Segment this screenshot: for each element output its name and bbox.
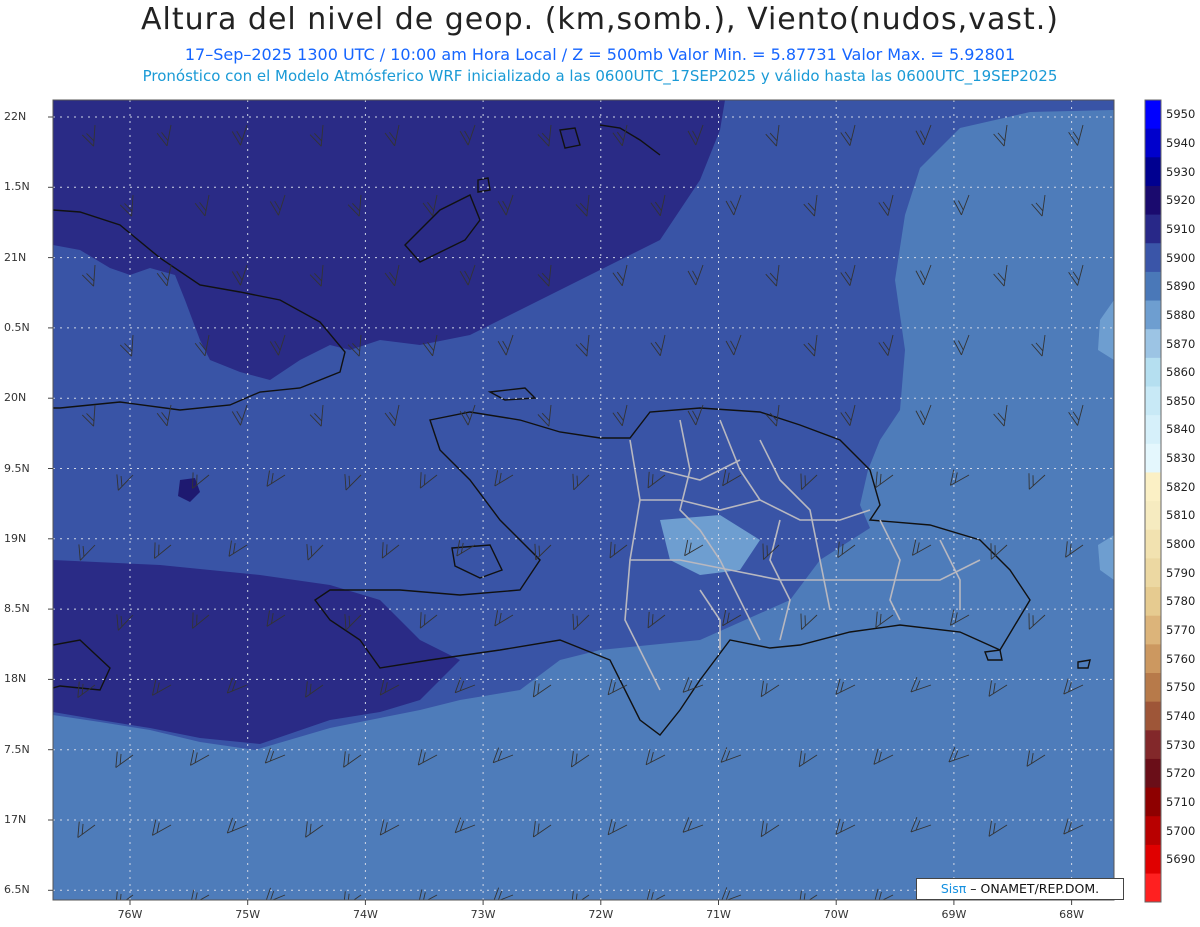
scale-label: 5700 bbox=[1166, 823, 1196, 838]
scale-band bbox=[1145, 844, 1161, 875]
lon-label: 75W bbox=[235, 908, 261, 921]
scale-label: 5900 bbox=[1166, 250, 1196, 265]
lat-label: 7.5N bbox=[4, 742, 30, 756]
scale-band bbox=[1145, 128, 1161, 158]
lon-label: 71W bbox=[706, 908, 731, 921]
scale-label: 5840 bbox=[1166, 422, 1196, 437]
scale-label: 5910 bbox=[1166, 221, 1196, 236]
color-scale-bar bbox=[1144, 99, 1162, 903]
scale-band bbox=[1145, 529, 1161, 559]
scale-band bbox=[1145, 386, 1161, 416]
scale-band bbox=[1145, 758, 1161, 789]
scale-label: 5940 bbox=[1166, 135, 1196, 150]
scale-label: 5870 bbox=[1166, 336, 1196, 351]
scale-label: 5850 bbox=[1166, 393, 1196, 408]
scale-label: 5780 bbox=[1166, 594, 1196, 609]
scale-band bbox=[1145, 644, 1161, 674]
scale-band bbox=[1145, 730, 1161, 760]
scale-label: 5890 bbox=[1166, 279, 1196, 294]
scale-label: 5730 bbox=[1166, 737, 1196, 752]
lat-label: 19N bbox=[4, 531, 27, 545]
lon-label: 76W bbox=[117, 908, 143, 921]
lat-label: 20N bbox=[4, 391, 27, 405]
lon-label: 70W bbox=[823, 908, 849, 921]
scale-band bbox=[1145, 701, 1161, 731]
scale-band bbox=[1145, 816, 1161, 846]
scale-band bbox=[1145, 615, 1161, 645]
lat-label: 0.5N bbox=[4, 320, 30, 334]
scale-band-bottom bbox=[1145, 873, 1161, 902]
scale-label: 5930 bbox=[1166, 164, 1196, 179]
scale-band bbox=[1145, 243, 1161, 273]
credit-label: Sisπ – ONAMET/REP.DOM. bbox=[916, 878, 1124, 900]
scale-label: 5810 bbox=[1166, 508, 1196, 523]
scale-label: 5710 bbox=[1166, 794, 1196, 809]
scale-band bbox=[1145, 357, 1161, 387]
scale-band bbox=[1145, 587, 1161, 617]
lat-label: 8.5N bbox=[4, 602, 30, 616]
scale-label: 5770 bbox=[1166, 623, 1196, 638]
scale-band bbox=[1145, 443, 1161, 473]
lat-label: 17N bbox=[4, 813, 27, 826]
lon-label: 72W bbox=[588, 908, 614, 921]
brand-sispi: Sisπ bbox=[940, 881, 967, 896]
scale-band bbox=[1145, 415, 1161, 445]
lon-label: 74W bbox=[352, 908, 378, 921]
lat-label: 18N bbox=[4, 672, 27, 686]
lat-label: 22N bbox=[4, 110, 27, 123]
scale-band bbox=[1145, 558, 1161, 588]
credit-org: – ONAMET/REP.DOM. bbox=[970, 881, 1100, 896]
scale-label: 5690 bbox=[1166, 852, 1196, 867]
scale-band bbox=[1145, 673, 1161, 703]
scale-label: 5790 bbox=[1166, 565, 1196, 580]
scale-label: 5760 bbox=[1166, 651, 1196, 666]
lon-label: 73W bbox=[470, 908, 496, 921]
scale-label: 5720 bbox=[1166, 766, 1196, 781]
scale-band bbox=[1145, 472, 1161, 502]
scale-band bbox=[1145, 300, 1161, 330]
scale-label: 5880 bbox=[1166, 307, 1196, 322]
lat-label: 1.5N bbox=[4, 180, 30, 194]
scale-label: 5860 bbox=[1166, 365, 1196, 380]
scale-label: 5950 bbox=[1166, 107, 1196, 122]
scale-band bbox=[1145, 157, 1161, 187]
scale-label: 5820 bbox=[1166, 479, 1196, 494]
scale-band bbox=[1145, 329, 1161, 359]
geopotential-map bbox=[48, 99, 1162, 905]
scale-band bbox=[1145, 185, 1161, 216]
scale-label: 5800 bbox=[1166, 537, 1196, 552]
lat-label: 21N bbox=[4, 250, 27, 264]
scale-band bbox=[1145, 271, 1161, 302]
lat-label: 6.5N bbox=[4, 883, 30, 897]
lon-label: 68W bbox=[1059, 908, 1085, 921]
scale-label: 5750 bbox=[1166, 680, 1196, 695]
scale-band bbox=[1145, 214, 1161, 244]
lon-label: 69W bbox=[941, 908, 967, 921]
lat-label: 9.5N bbox=[4, 461, 30, 475]
scale-band bbox=[1145, 787, 1161, 817]
scale-label: 5920 bbox=[1166, 193, 1196, 208]
scale-band bbox=[1145, 501, 1161, 531]
scale-label: 5740 bbox=[1166, 708, 1196, 723]
scale-band bbox=[1145, 100, 1161, 130]
scale-label: 5830 bbox=[1166, 451, 1196, 466]
